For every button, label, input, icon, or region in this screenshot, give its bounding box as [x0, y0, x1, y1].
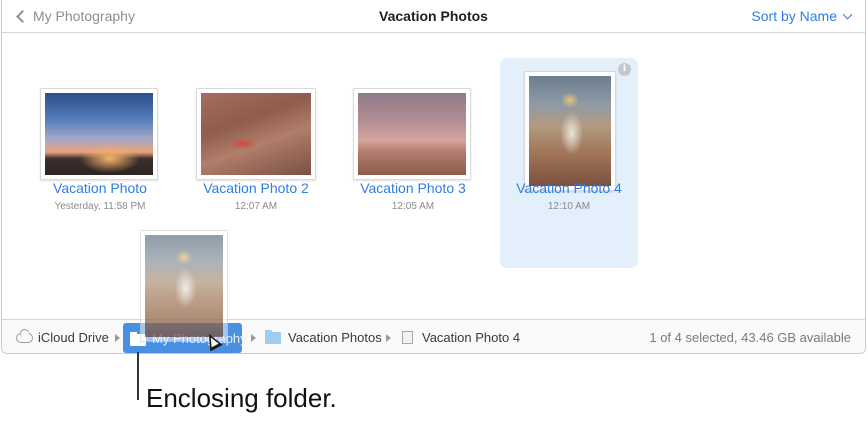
- folder-icon: [130, 332, 146, 346]
- folder-icon: [265, 329, 281, 344]
- path-separator: [251, 334, 256, 342]
- photo-image: [529, 76, 611, 186]
- path-separator: [386, 334, 391, 342]
- file-item-vacation-photo[interactable]: Vacation Photo Yesterday, 11:58 PM: [31, 58, 169, 268]
- file-name: Vacation Photo 2: [203, 180, 309, 196]
- path-label: My Photography: [152, 331, 247, 346]
- path-segment-my-photography[interactable]: My Photography: [123, 323, 247, 353]
- file-date: 12:10 AM: [547, 201, 591, 212]
- path-segment-vacation-photo-4[interactable]: Vacation Photo 4: [402, 330, 520, 345]
- photo-image: [358, 93, 466, 175]
- sort-button[interactable]: Sort by Name: [751, 8, 853, 24]
- window-title: Vacation Photos: [379, 8, 488, 24]
- path-bar: iCloud Drive My Photography Vacation Pho…: [2, 319, 865, 353]
- file-item-vacation-photo-4[interactable]: i Vacation Photo 4 12:10 AM: [500, 58, 638, 268]
- thumbnail: [196, 88, 316, 180]
- thumbnail: [40, 88, 158, 180]
- path-segment-vacation-photos[interactable]: Vacation Photos: [265, 329, 382, 345]
- file-name: Vacation Photo: [53, 180, 147, 196]
- callout-text: Enclosing folder.: [146, 383, 337, 413]
- path-label: Vacation Photo 4: [422, 330, 521, 345]
- thumbnail: [353, 88, 471, 180]
- file-date: 12:07 AM: [234, 201, 278, 212]
- file-grid: Vacation Photo Yesterday, 11:58 PM Vacat…: [2, 34, 865, 320]
- file-item-vacation-photo-3[interactable]: Vacation Photo 3 12:05 AM: [344, 58, 482, 268]
- photo-image: [201, 93, 311, 175]
- file-item-vacation-photo-2[interactable]: Vacation Photo 2 12:07 AM: [187, 58, 325, 268]
- file-name: Vacation Photo 3: [360, 180, 466, 196]
- file-icon: [402, 331, 413, 344]
- path-segment-icloud-drive[interactable]: iCloud Drive: [16, 330, 109, 345]
- file-date: 12:05 AM: [391, 201, 435, 212]
- finder-window: My Photography Vacation Photos Sort by N…: [1, 0, 866, 354]
- sort-label: Sort by Name: [751, 8, 837, 24]
- file-date: Yesterday, 11:58 PM: [54, 201, 146, 212]
- photo-image: [45, 93, 153, 175]
- cloud-icon: [16, 332, 33, 343]
- callout-line: [137, 352, 139, 400]
- info-icon[interactable]: i: [618, 63, 631, 76]
- path-separator: [115, 334, 120, 342]
- chevron-down-icon: [842, 9, 853, 19]
- toolbar: My Photography Vacation Photos Sort by N…: [2, 0, 865, 33]
- file-name: Vacation Photo 4: [516, 180, 622, 196]
- path-label: iCloud Drive: [38, 330, 109, 345]
- status-text: 1 of 4 selected, 43.46 GB available: [649, 330, 851, 345]
- thumbnail: [524, 71, 616, 191]
- path-label: Vacation Photos: [288, 330, 382, 345]
